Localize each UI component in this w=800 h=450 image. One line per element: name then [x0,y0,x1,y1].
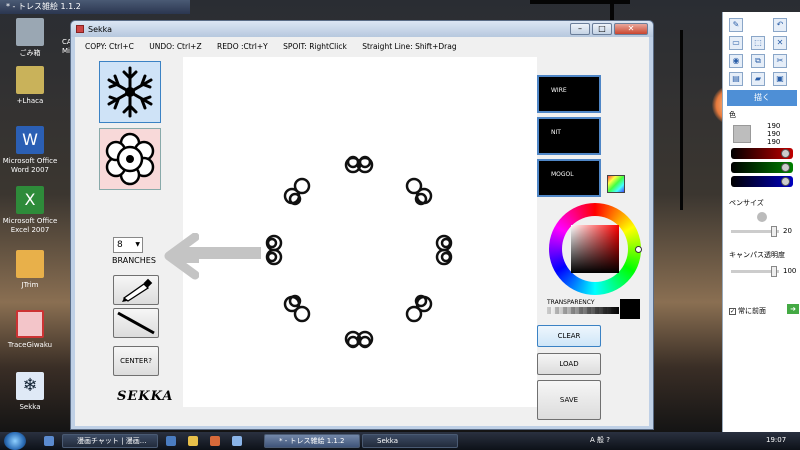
cut-icon[interactable]: ✂ [773,54,787,68]
mode-nit[interactable]: NIT [537,117,601,155]
desktop-icon-jtrim[interactable]: JTrim [2,250,58,290]
background-window-title: * - トレス雑絵 1.1.2 [0,0,190,14]
clock[interactable]: 19:07 [766,436,786,444]
save-icon[interactable]: ▣ [773,72,787,86]
quicklaunch-icon-4[interactable] [232,436,242,446]
rgb-values: 190 190 190 [767,122,781,146]
center-button[interactable]: CENTER? [113,346,159,376]
folder-icon[interactable]: ▰ [751,72,765,86]
lhaca-icon [16,66,44,94]
clear-button[interactable]: CLEAR [537,325,601,347]
flower-icon [105,132,155,186]
line-tool-button[interactable] [113,308,159,338]
start-button[interactable] [4,432,26,450]
canvas-opacity-slider[interactable] [731,266,779,277]
blue-slider[interactable] [731,176,793,187]
color-label: 色 [729,111,736,119]
checkbox-icon: ✓ [729,308,736,315]
pen-tool-icon[interactable]: ✎ [729,18,743,32]
quicklaunch-icon-1[interactable] [166,436,176,446]
taskbar-item-chat[interactable]: 漫画チャット | 漫画... [62,434,158,448]
draw-button[interactable]: 描く [727,90,797,106]
arrow-left-icon [164,233,199,280]
branches-label: BRANCHES [112,256,156,265]
current-color-swatch [620,299,640,319]
jtrim-icon [16,250,44,278]
word-icon: W [16,126,44,154]
crane-silhouette-2 [680,30,683,210]
snowflake-preset[interactable] [99,61,161,123]
maximize-button[interactable]: □ [592,23,612,35]
shortcut-hints: COPY: Ctrl+C UNDO: Ctrl+Z REDO :Ctrl+Y S… [85,42,457,51]
taskbar: 漫画チャット | 漫画... * - トレス雑絵 1.1.2 Sekka A 般… [0,432,800,450]
show-desktop-icon[interactable] [44,436,54,446]
canvas-opacity-value: 100 [783,267,797,275]
excel-icon: X [16,186,44,214]
branches-select[interactable]: 8 ▼ [113,237,143,253]
line-icon [117,311,155,335]
system-tray[interactable]: A 般 ? [590,435,610,445]
taskbar-item-tracezatsue[interactable]: * - トレス雑絵 1.1.2 [264,434,360,448]
green-slider[interactable] [731,162,793,173]
pen-icon [122,278,153,302]
client-area: COPY: Ctrl+C UNDO: Ctrl+Z REDO :Ctrl+Y S… [75,37,649,426]
quicklaunch-icon-3[interactable] [210,436,220,446]
taskbar-item-sekka[interactable]: Sekka [362,434,458,448]
arrow-right-icon[interactable]: ➜ [787,304,799,314]
paste-icon[interactable]: ▤ [729,72,743,86]
tracegiwaku-icon [16,310,44,338]
desktop-icon-lhaca[interactable]: +Lhaca [2,66,58,106]
title-bar[interactable]: Sekka – □ ✕ [71,21,653,37]
crane-arm [530,0,630,4]
close-tool-icon[interactable]: ✕ [773,36,787,50]
app-icon [76,25,84,33]
palette-button[interactable] [607,175,625,193]
copy-icon[interactable]: ⧉ [751,54,765,68]
drawing-canvas[interactable] [183,57,537,407]
color-wheel[interactable] [549,203,642,295]
pen-size-label: ペンサイズ [729,199,764,207]
fill-icon[interactable]: ◉ [729,54,743,68]
pen-tool-button[interactable] [113,275,159,305]
close-button[interactable]: ✕ [614,23,648,35]
tool-grid: ✎ ↶ ▭ ⬚ ✕ ◉ ⧉ ✂ ▤ ▰ ▣ [729,18,787,86]
desktop-icon-sekka[interactable]: ❄ Sekka [2,372,58,412]
desktop-icon-excel[interactable]: X Microsoft Office Excel 2007 [2,186,58,235]
desktop-icon-tracegiwaku[interactable]: TraceGiwaku [2,310,58,350]
undo-icon[interactable]: ↶ [773,18,787,32]
side-panel: ✎ ↶ ▭ ⬚ ✕ ◉ ⧉ ✂ ▤ ▰ ▣ 描く 色 190 190 190 ペ… [722,12,800,432]
chevron-down-icon: ▼ [135,241,140,248]
recycle-bin-icon [16,18,44,46]
save-button[interactable]: SAVE [537,380,601,420]
desktop-icon-recycle-bin[interactable]: ごみ箱 [2,18,58,58]
pen-size-preview [757,212,767,222]
always-on-top-checkbox[interactable]: ✓ 常に前面 [729,306,766,316]
desktop-icon-word[interactable]: W Microsoft Office Word 2007 [2,126,58,175]
flower-preset[interactable] [99,128,161,190]
minimize-button[interactable]: – [570,23,590,35]
transparency-label: TRANSPARENCY [547,299,595,306]
mode-mogol[interactable]: MOGOL [537,159,601,197]
mode-wire[interactable]: WIRE [537,75,601,113]
sekka-window: Sekka – □ ✕ COPY: Ctrl+C UNDO: Ctrl+Z RE… [70,20,654,430]
eraser-icon[interactable]: ▭ [729,36,743,50]
canvas-opacity-label: キャンパス透明度 [729,251,785,259]
folder-icon[interactable] [188,436,198,446]
transparency-slider[interactable] [547,307,619,314]
drawing-strokes [183,155,453,349]
pen-size-value: 20 [783,227,792,235]
window-title: Sekka [88,24,113,34]
load-button[interactable]: LOAD [537,353,601,375]
red-slider[interactable] [731,148,793,159]
saturation-square[interactable] [571,225,619,273]
sekka-logo: SEKKA [117,389,174,404]
color-preview [733,125,751,143]
snowflake-icon [107,66,153,118]
rect-select-icon[interactable]: ⬚ [751,36,765,50]
pen-size-slider[interactable] [731,226,779,237]
snowflake-icon: ❄ [16,372,44,400]
hue-knob[interactable] [635,246,642,253]
